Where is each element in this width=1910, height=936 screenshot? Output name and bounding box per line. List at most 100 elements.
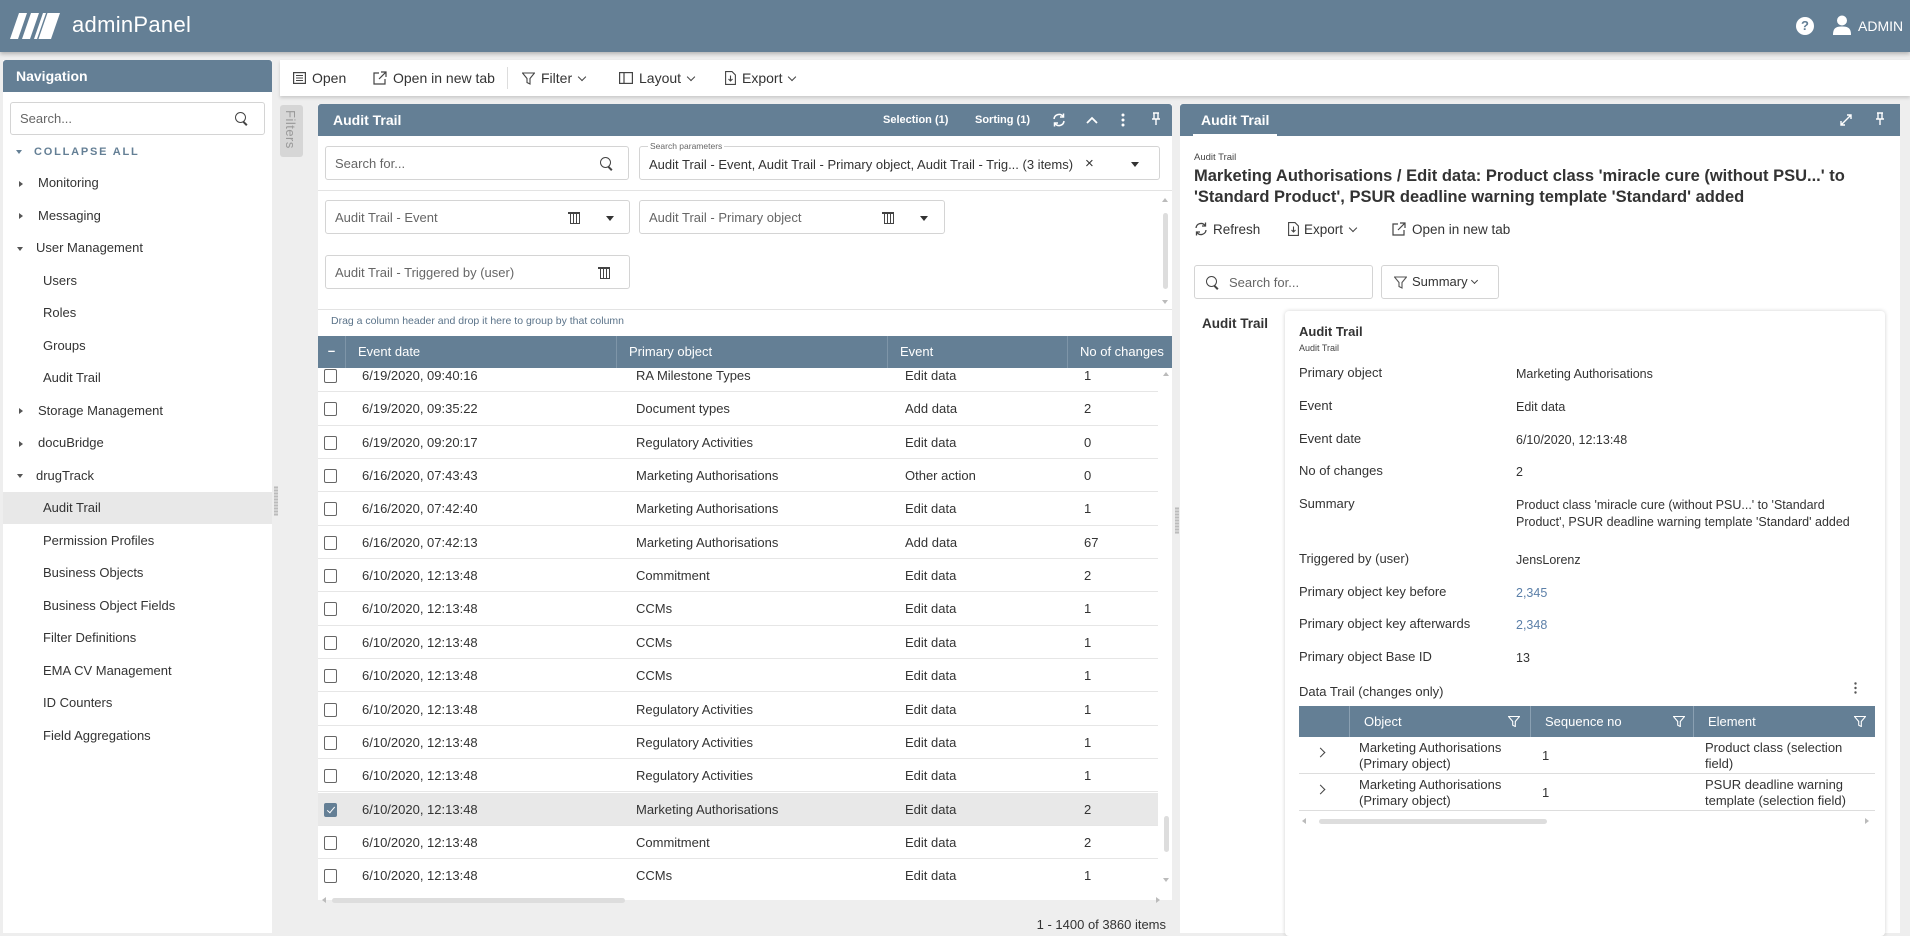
data-trail-row[interactable]: Marketing Authorisations (Primary object… <box>1299 774 1875 811</box>
scroll-up-icon[interactable] <box>1163 372 1169 376</box>
row-checkbox[interactable] <box>324 669 337 684</box>
nav-item[interactable]: Messaging <box>3 200 272 232</box>
table-row[interactable]: 6/10/2020, 12:13:48 Regulatory Activities… <box>318 693 1158 726</box>
nav-item[interactable]: Groups <box>3 330 272 362</box>
expand-icon[interactable] <box>1838 114 1854 126</box>
column-header-event[interactable]: Event <box>887 336 1067 368</box>
pin-icon[interactable] <box>1148 112 1164 126</box>
nav-item[interactable]: Audit Trail <box>3 492 272 524</box>
caret-down-icon[interactable] <box>920 216 928 221</box>
layout-dropdown[interactable]: Layout <box>619 60 696 96</box>
export-dropdown[interactable]: Export <box>725 60 797 96</box>
trash-icon[interactable] <box>598 267 610 279</box>
column-header-no-of-changes[interactable]: No of changes <box>1067 336 1172 368</box>
nav-item[interactable]: Users <box>3 265 272 297</box>
row-checkbox[interactable] <box>324 369 337 383</box>
expand-row-icon[interactable] <box>1315 784 1326 795</box>
nav-item[interactable]: EMA CV Management <box>3 655 272 687</box>
selection-button[interactable]: Selection (1) <box>883 114 948 126</box>
nav-item[interactable]: Storage Management <box>3 395 272 427</box>
user-icon[interactable] <box>1833 15 1851 35</box>
chevron-up-icon[interactable] <box>1084 115 1100 125</box>
table-row[interactable]: 6/10/2020, 12:13:48 CCMs Edit data 1 <box>318 592 1158 626</box>
row-checkbox[interactable] <box>324 702 337 717</box>
scroll-down-icon[interactable] <box>1162 300 1168 304</box>
column-header-sequence-no[interactable]: Sequence no <box>1530 706 1693 737</box>
column-header-primary-object[interactable]: Primary object <box>616 336 887 368</box>
table-row[interactable]: 6/10/2020, 12:13:48 Commitment Edit data 2 <box>318 826 1158 860</box>
row-checkbox[interactable] <box>324 635 337 650</box>
nav-item[interactable]: Business Object Fields <box>3 590 272 622</box>
open-in-new-tab-button[interactable]: Open in new tab <box>1392 222 1510 237</box>
pin-icon[interactable] <box>1872 112 1888 126</box>
table-row[interactable]: 6/16/2020, 07:43:43 Marketing Authorisati… <box>318 459 1158 493</box>
row-checkbox[interactable] <box>324 835 337 850</box>
row-checkbox[interactable] <box>324 769 337 784</box>
section-nav-audit-trail[interactable]: Audit Trail <box>1202 316 1268 331</box>
resize-handle[interactable] <box>1175 507 1179 534</box>
select-all-toggle[interactable]: – <box>318 336 345 368</box>
table-row[interactable]: 6/10/2020, 12:13:48 Regulatory Activities… <box>318 726 1158 760</box>
sorting-button[interactable]: Sorting (1) <box>975 114 1030 126</box>
caret-down-icon[interactable] <box>1131 162 1139 167</box>
row-checkbox[interactable] <box>324 869 337 884</box>
table-row[interactable]: 6/19/2020, 09:40:16 RA Milestone Types Edi… <box>318 368 1158 393</box>
field-value-link[interactable]: 2,348 <box>1516 617 1871 634</box>
export-dropdown[interactable]: Export <box>1288 222 1358 237</box>
nav-item[interactable]: Audit Trail <box>3 362 272 394</box>
row-checkbox[interactable] <box>324 569 337 584</box>
more-vertical-icon[interactable] <box>1853 682 1858 694</box>
nav-search-input[interactable] <box>20 111 220 126</box>
collapse-all-button[interactable]: COLLAPSE ALL <box>16 146 140 158</box>
grid-horizontal-scrollbar[interactable] <box>318 892 1172 908</box>
data-trail-row[interactable]: Marketing Authorisations (Primary object… <box>1299 737 1875 774</box>
nav-item[interactable]: User Management <box>3 232 272 264</box>
scrollbar-thumb[interactable] <box>1163 213 1168 289</box>
table-row[interactable]: 6/19/2020, 09:35:22 Document types Add dat… <box>318 392 1158 426</box>
tab-audit-trail[interactable]: Audit Trail <box>1193 104 1278 136</box>
expand-row-icon[interactable] <box>1315 747 1326 758</box>
search-icon[interactable] <box>600 157 614 171</box>
data-trail-horizontal-scrollbar[interactable] <box>1299 814 1875 828</box>
caret-right-icon[interactable] <box>19 440 23 447</box>
filter-chip-triggered-by[interactable]: Audit Trail - Triggered by (user) <box>325 255 630 289</box>
row-checkbox[interactable] <box>324 735 337 750</box>
search-icon[interactable] <box>1206 276 1220 290</box>
table-row[interactable]: 6/10/2020, 12:13:48 Regulatory Activities… <box>318 759 1158 793</box>
table-row[interactable]: 6/10/2020, 12:13:48 Marketing Authorisati… <box>318 792 1158 826</box>
filters-side-tab[interactable]: Filters <box>280 105 303 157</box>
nav-item[interactable]: Business Objects <box>3 557 272 589</box>
nav-item[interactable]: Monitoring <box>3 167 272 199</box>
caret-right-icon[interactable] <box>19 213 23 220</box>
trash-icon[interactable] <box>568 212 580 224</box>
nav-item[interactable]: ID Counters <box>3 687 272 719</box>
detail-scrollbar-track[interactable] <box>1900 104 1910 933</box>
row-checkbox[interactable] <box>324 435 337 450</box>
nav-item[interactable]: Permission Profiles <box>3 525 272 557</box>
table-row[interactable]: 6/10/2020, 12:13:48 Commitment Edit data 2 <box>318 559 1158 593</box>
user-name[interactable]: ADMIN <box>1858 18 1903 34</box>
nav-item[interactable]: Filter Definitions <box>3 622 272 654</box>
help-icon[interactable]: ? <box>1796 17 1814 35</box>
column-filter-icon[interactable] <box>1673 716 1685 727</box>
refresh-icon[interactable] <box>1051 113 1067 127</box>
column-header-event-date[interactable]: Event date <box>345 336 616 368</box>
caret-right-icon[interactable] <box>19 180 23 187</box>
row-checkbox[interactable] <box>324 502 337 517</box>
search-icon[interactable] <box>235 112 249 126</box>
caret-down-icon[interactable] <box>17 246 23 251</box>
nav-item[interactable]: Roles <box>3 297 272 329</box>
open-in-new-tab-button[interactable]: Open in new tab <box>373 60 495 96</box>
column-filter-icon[interactable] <box>1854 716 1866 727</box>
table-row[interactable]: 6/10/2020, 12:13:48 CCMs Edit data 1 <box>318 859 1158 888</box>
grid-vertical-scrollbar[interactable] <box>1162 368 1172 888</box>
scroll-right-icon[interactable] <box>1156 897 1160 903</box>
row-checkbox[interactable] <box>324 469 337 484</box>
scrollbar-thumb[interactable] <box>332 898 625 903</box>
scrollbar-thumb[interactable] <box>1319 819 1547 824</box>
trash-icon[interactable] <box>882 212 894 224</box>
row-checkbox[interactable] <box>324 402 337 417</box>
nav-item[interactable]: docuBridge <box>3 427 272 459</box>
row-checkbox[interactable] <box>324 602 337 617</box>
search-parameters-select[interactable]: Search parameters Audit Trail - Event, A… <box>639 141 1160 180</box>
